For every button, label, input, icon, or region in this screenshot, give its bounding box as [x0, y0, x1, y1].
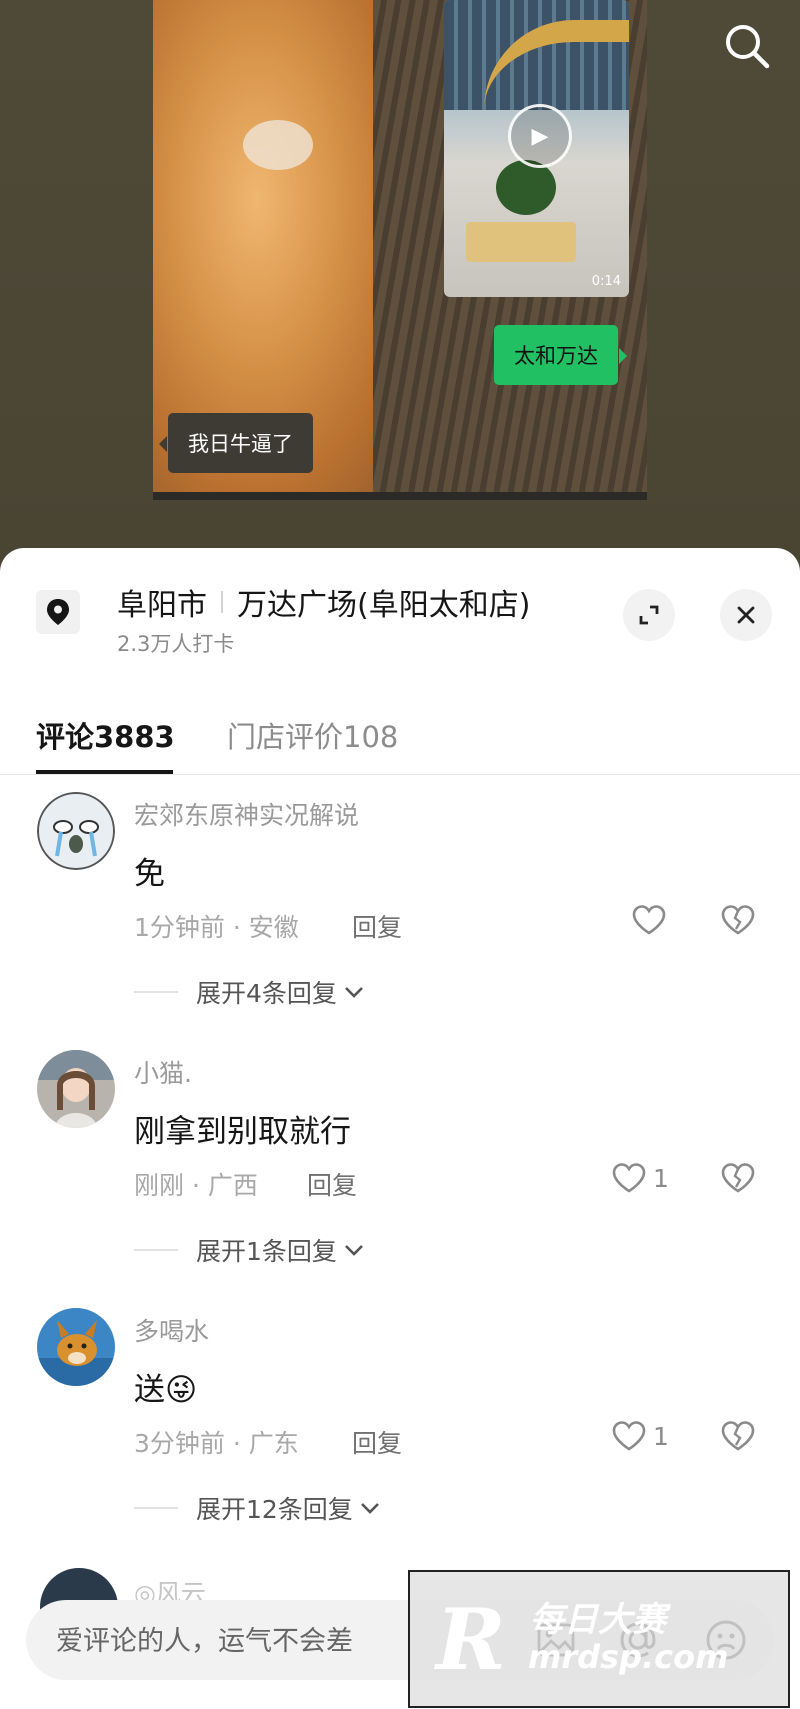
dislike-button[interactable]	[720, 904, 756, 940]
chevron-down-icon	[344, 1245, 363, 1256]
expand-divider	[134, 1249, 178, 1251]
comment-meta: 刚刚 · 广西	[134, 1171, 258, 1200]
avatar[interactable]	[37, 792, 115, 870]
location-place: 万达广场(阜阳太和店)	[237, 588, 531, 623]
comment-text: 送😜	[134, 1372, 198, 1408]
play-icon[interactable]: ▶	[508, 104, 572, 168]
expand-replies-button[interactable]: 展开1条回复	[134, 1232, 365, 1268]
active-tab-indicator	[36, 770, 173, 774]
comment-username[interactable]: 宏郊东原神实况解说	[134, 796, 359, 832]
search-icon[interactable]	[719, 18, 775, 74]
tab-store-reviews[interactable]: 门店评价108	[227, 714, 398, 756]
location-pin-icon	[36, 590, 80, 634]
avatar[interactable]	[37, 1050, 115, 1128]
comment-item: 小猫. 刚拿到别取就行 刚刚 · 广西 回复 1 展开1条回复	[0, 1050, 800, 1308]
heart-icon	[632, 905, 666, 935]
like-button[interactable]: 1	[611, 1162, 669, 1194]
cat-paw	[243, 120, 313, 170]
expand-divider	[134, 991, 178, 993]
comment-username[interactable]: 多喝水	[134, 1312, 209, 1348]
expand-replies-label: 展开1条回复	[196, 1237, 337, 1266]
watermark: R 每日大赛 mrdsp.com	[408, 1570, 790, 1708]
expand-icon	[639, 605, 659, 625]
expand-replies-label: 展开12条回复	[196, 1495, 353, 1524]
comment-bubble-dark: 我日牛逼了	[159, 413, 313, 473]
checkin-count: 2.3万人打卡	[117, 632, 235, 656]
comment-item: 多喝水 送😜 3分钟前 · 广东 回复 1 展开12条回复	[0, 1308, 800, 1566]
reply-button[interactable]: 回复	[352, 908, 402, 944]
tab-bar: 评论3883 门店评价108	[0, 698, 800, 775]
comment-text: 免	[134, 856, 165, 892]
thumbnail-duration: 0:14	[591, 274, 621, 289]
expand-replies-label: 展开4条回复	[196, 979, 337, 1008]
expand-divider	[134, 1507, 178, 1509]
heart-icon	[612, 1421, 646, 1451]
heart-icon	[612, 1163, 646, 1193]
expand-replies-button[interactable]: 展开12条回复	[134, 1490, 381, 1526]
chevron-down-icon	[344, 987, 363, 998]
close-button[interactable]	[720, 589, 772, 641]
comment-username[interactable]: 小猫.	[134, 1054, 192, 1090]
reply-button[interactable]: 回复	[352, 1424, 402, 1460]
video-progress-bar[interactable]	[153, 492, 647, 500]
location-city: 阜阳市	[117, 588, 207, 623]
watermark-brand: 每日大赛	[530, 1600, 666, 1640]
planter-image	[466, 222, 576, 262]
like-button[interactable]: 1	[611, 1420, 669, 1452]
expand-replies-button[interactable]: 展开4条回复	[134, 974, 365, 1010]
close-icon	[737, 606, 755, 624]
dislike-button[interactable]	[720, 1162, 756, 1198]
comment-meta: 3分钟前 · 广东	[134, 1429, 299, 1458]
dislike-button[interactable]	[720, 1420, 756, 1456]
watermark-url: mrdsp.com	[528, 1638, 729, 1676]
broken-heart-icon	[721, 905, 755, 935]
broken-heart-icon	[721, 1163, 755, 1193]
chevron-down-icon	[360, 1503, 379, 1514]
tab-comments[interactable]: 评论3883	[36, 714, 175, 756]
watermark-logo: R	[436, 1590, 506, 1689]
like-count: 1	[653, 1421, 669, 1451]
comment-item: 宏郊东原神实况解说 免 1分钟前 · 安徽 回复 展开4条回复	[0, 792, 800, 1050]
reply-button[interactable]: 回复	[307, 1166, 357, 1202]
comment-bubble-green: 太和万达	[494, 325, 627, 385]
avatar[interactable]	[37, 1308, 115, 1386]
location-title[interactable]: 阜阳市 万达广场(阜阳太和店)	[117, 580, 530, 624]
broken-heart-icon	[721, 1421, 755, 1451]
video-area[interactable]: ▶ 0:14 太和万达 我日牛逼了	[0, 0, 800, 560]
tree-image	[496, 160, 556, 215]
comment-text: 刚拿到别取就行	[134, 1114, 351, 1150]
like-button[interactable]	[631, 904, 673, 936]
comment-meta: 1分钟前 · 安徽	[134, 913, 299, 942]
video-thumbnail[interactable]: ▶ 0:14	[444, 0, 629, 297]
expand-sheet-button[interactable]	[623, 589, 675, 641]
title-divider	[221, 591, 223, 613]
like-count: 1	[653, 1163, 669, 1193]
comment-sheet: 阜阳市 万达广场(阜阳太和店) 2.3万人打卡 评论3883 门店评价108 宏…	[0, 548, 800, 1709]
